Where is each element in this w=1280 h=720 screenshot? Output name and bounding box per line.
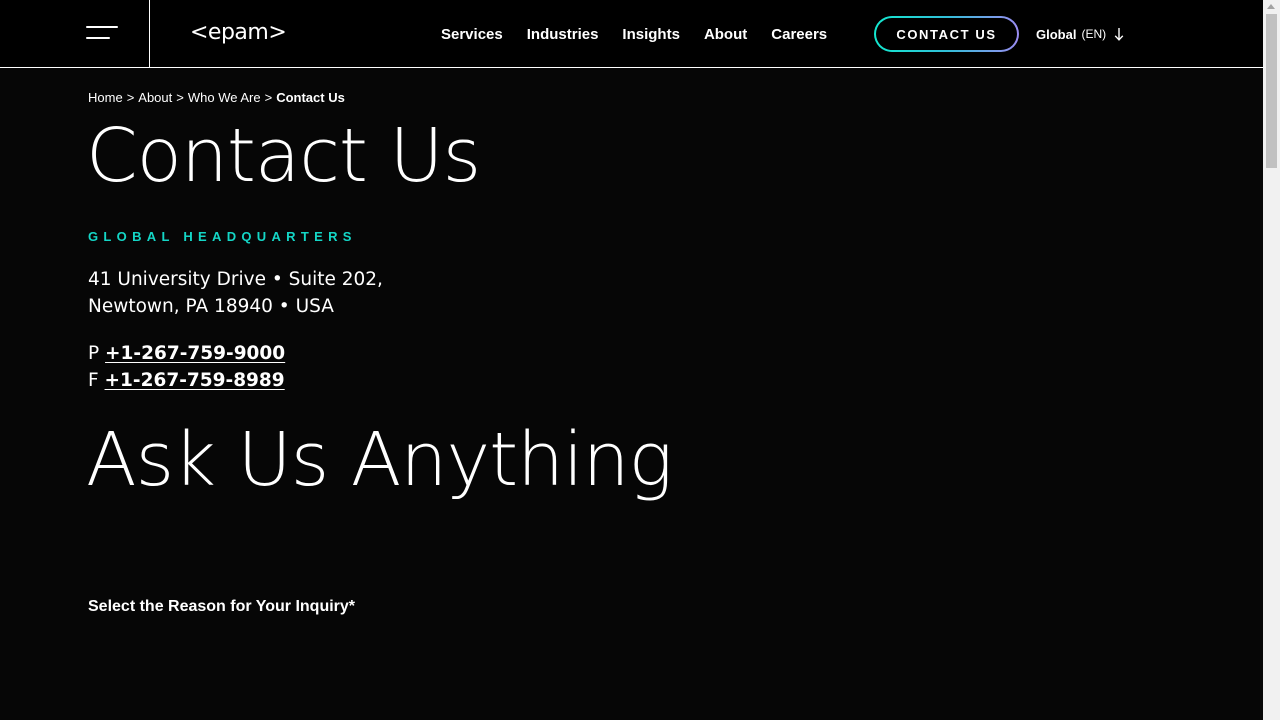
scroll-up-arrow-icon[interactable] (1267, 4, 1275, 9)
arrow-down-icon (1114, 28, 1124, 41)
address-line-2: Newtown, PA 18940 • USA (88, 296, 334, 317)
breadcrumb-about[interactable]: About (138, 90, 172, 105)
site-header: <epam> Services Industries Insights Abou… (0, 0, 1263, 68)
language-selector[interactable]: Global (EN) (1036, 24, 1124, 44)
breadcrumb-who-we-are[interactable]: Who We Are (188, 90, 261, 105)
nav-item-about[interactable]: About (692, 25, 759, 45)
language-name: Global (1036, 26, 1077, 42)
contact-page: <epam> Services Industries Insights Abou… (0, 0, 1280, 720)
contact-us-button[interactable]: CONTACT US (874, 16, 1019, 52)
breadcrumb: Home > About > Who We Are > Contact Us (88, 90, 345, 105)
inquiry-reason-label: Select the Reason for Your Inquiry* (88, 598, 356, 615)
page-title: Contact Us (86, 113, 481, 199)
breadcrumb-current: Contact Us (276, 90, 345, 105)
fax-row: F +1-267-759-8989 (88, 367, 285, 394)
language-code: (EN) (1081, 27, 1107, 41)
nav-item-careers[interactable]: Careers (759, 25, 839, 45)
contact-us-button-label: CONTACT US (876, 18, 1017, 50)
breadcrumb-separator: > (176, 90, 184, 105)
header-divider (149, 0, 150, 67)
scrollbar-thumb[interactable] (1266, 14, 1277, 168)
nav-item-insights[interactable]: Insights (610, 25, 692, 45)
address-line-1: 41 University Drive • Suite 202, (88, 269, 383, 290)
hq-phone-numbers: P +1-267-759-9000 F +1-267-759-8989 (88, 340, 285, 394)
page-scrollbar[interactable] (1263, 0, 1280, 720)
nav-item-services[interactable]: Services (429, 25, 515, 45)
nav-item-industries[interactable]: Industries (515, 25, 611, 45)
phone-link[interactable]: +1-267-759-9000 (105, 343, 285, 364)
fax-prefix: F (88, 370, 99, 391)
global-headquarters-heading: GLOBAL HEADQUARTERS (88, 229, 357, 244)
fax-link[interactable]: +1-267-759-8989 (105, 370, 285, 391)
main-nav: Services Industries Insights About Caree… (429, 0, 839, 67)
hq-address: 41 University Drive • Suite 202, Newtown… (88, 266, 383, 320)
hamburger-menu-icon[interactable] (86, 24, 120, 44)
phone-prefix: P (88, 343, 100, 364)
ask-us-anything-heading: Ask Us Anything (86, 417, 673, 503)
epam-logo[interactable]: <epam> (190, 19, 287, 47)
phone-row: P +1-267-759-9000 (88, 340, 285, 367)
breadcrumb-home[interactable]: Home (88, 90, 123, 105)
breadcrumb-separator: > (264, 90, 273, 105)
breadcrumb-separator: > (126, 90, 135, 105)
